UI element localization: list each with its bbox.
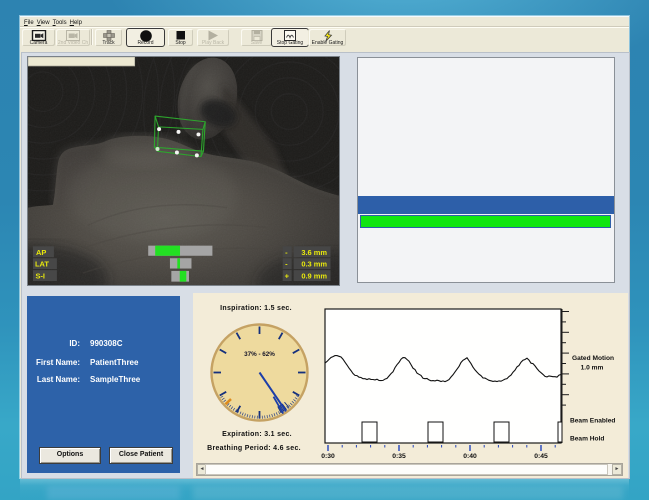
- svg-text:0.3 mm: 0.3 mm: [301, 260, 327, 269]
- svg-text:AP: AP: [36, 248, 46, 257]
- svg-text:0:35: 0:35: [392, 453, 406, 460]
- svg-text:LAT: LAT: [35, 260, 49, 269]
- svg-text:0:30: 0:30: [321, 453, 335, 460]
- svg-text:37% - 62%: 37% - 62%: [244, 351, 275, 358]
- svg-text:Beam Hold: Beam Hold: [570, 436, 604, 443]
- svg-text:3.6 mm: 3.6 mm: [301, 248, 327, 257]
- svg-text:1.0 mm: 1.0 mm: [581, 365, 604, 372]
- svg-text:0.9 mm: 0.9 mm: [301, 272, 327, 281]
- svg-text:0:40: 0:40: [463, 453, 477, 460]
- svg-text:0:45: 0:45: [534, 453, 548, 460]
- svg-text:+: +: [285, 272, 290, 281]
- svg-text:S-I: S-I: [35, 272, 45, 281]
- svg-text:Gated Motion: Gated Motion: [572, 355, 614, 362]
- svg-text:Beam Enabled: Beam Enabled: [570, 418, 615, 425]
